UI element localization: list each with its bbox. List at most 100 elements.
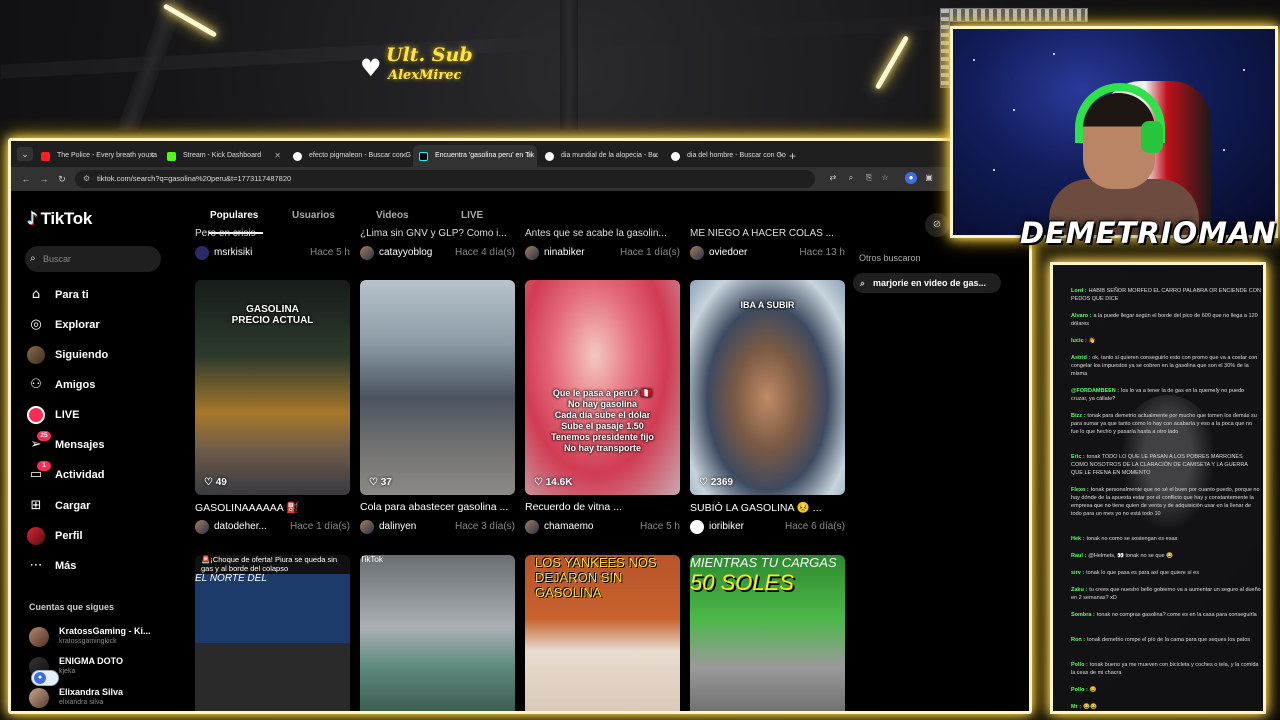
- translate-icon[interactable]: ⇄: [827, 172, 839, 184]
- chat-username[interactable]: Zaku :: [1071, 587, 1087, 593]
- back-button[interactable]: ←: [19, 172, 33, 186]
- close-icon[interactable]: ✕: [274, 145, 281, 167]
- browser-tab[interactable]: dia mundial de la alopecia - Bu ✕: [539, 145, 663, 167]
- extensions-puzzle-icon[interactable]: ▣: [923, 172, 935, 184]
- video-title[interactable]: GASOLINAAAAAA ⛽: [195, 501, 350, 514]
- video-title[interactable]: SUBIÓ LA GASOLINA 😣 ...: [690, 501, 845, 514]
- browser-tab[interactable]: efecto pigmaleon - Buscar con G ✕: [287, 145, 411, 167]
- chat-username[interactable]: @FORDAMBEEN :: [1071, 388, 1119, 394]
- video-meta[interactable]: dalinyen Hace 3 día(s): [360, 519, 515, 535]
- messages-badge: 25: [37, 431, 51, 441]
- video-card[interactable]: IBA A SUBIR ♡ 2369: [690, 280, 845, 495]
- nav-actividad[interactable]: ▭ 1 Actividad: [27, 461, 177, 486]
- share-icon[interactable]: ⎘: [863, 172, 875, 184]
- video-meta[interactable]: catayyoblog Hace 4 día(s): [360, 245, 515, 261]
- filter-live[interactable]: LIVE: [461, 210, 483, 221]
- chat-username[interactable]: Eric :: [1071, 454, 1085, 460]
- scroll-filter-button[interactable]: ⊘: [925, 213, 949, 237]
- close-icon[interactable]: ✕: [400, 145, 407, 167]
- video-card[interactable]: ♡ 37: [360, 280, 515, 495]
- following-account[interactable]: Elixandra Silva elixandra silva: [29, 686, 169, 711]
- video-meta[interactable]: ninabiker Hace 1 día(s): [525, 245, 680, 261]
- nav-mas[interactable]: ⋯ Más: [27, 555, 177, 577]
- chat-username[interactable]: Alvaro :: [1071, 313, 1091, 319]
- chat-username[interactable]: Sombra :: [1071, 612, 1095, 618]
- account-name: ENIGMA DOTO: [59, 656, 124, 666]
- chat-username[interactable]: Astrid :: [1071, 355, 1090, 361]
- video-caption[interactable]: Antes que se acabe la gasolin...: [525, 228, 680, 240]
- chat-username[interactable]: sirv :: [1071, 570, 1084, 576]
- filter-usuarios[interactable]: Usuarios: [292, 210, 335, 221]
- nav-amigos[interactable]: ⚇ Amigos: [27, 374, 177, 396]
- browser-tab[interactable]: The Police - Every breath you ta ✕: [35, 145, 159, 167]
- chat-message: Pollo : tonak bueno ya me mueven con bici…: [1071, 661, 1261, 677]
- site-info-icon[interactable]: ⚙: [83, 170, 90, 188]
- browser-tab-active[interactable]: Encuentra 'gasolina peru' en Tik ✕: [413, 145, 537, 167]
- filter-populares[interactable]: Populares: [210, 210, 258, 221]
- forward-button[interactable]: →: [37, 172, 51, 186]
- extension-icon[interactable]: ●: [905, 172, 917, 184]
- video-card[interactable]: TikTok: [360, 555, 515, 711]
- video-meta[interactable]: datodeher... Hace 1 día(s): [195, 519, 350, 535]
- chat-username[interactable]: Lord :: [1071, 288, 1087, 294]
- nav-cargar[interactable]: ⊞ Cargar: [27, 495, 177, 517]
- video-caption[interactable]: ME NIEGO A HACER COLAS ...: [690, 228, 845, 240]
- avatar: [29, 627, 49, 647]
- filter-videos[interactable]: Videos: [376, 210, 409, 221]
- video-card[interactable]: Que le pasa a peru? 🇵🇪 No hay gasolina C…: [525, 280, 680, 495]
- nav-para-ti[interactable]: ⌂ Para ti: [27, 284, 177, 306]
- chat-username[interactable]: Hek :: [1071, 536, 1084, 542]
- url-field[interactable]: ⚙ tiktok.com/search?q=gasolina%20peru&t=…: [75, 170, 815, 188]
- close-icon[interactable]: ✕: [778, 145, 785, 167]
- chat-username[interactable]: lucic :: [1071, 338, 1087, 344]
- chat-username[interactable]: Pollo :: [1071, 687, 1088, 693]
- video-meta[interactable]: ioribiker Hace 6 día(s): [690, 519, 845, 535]
- nav-siguiendo[interactable]: Siguiendo: [27, 344, 177, 366]
- chat-username[interactable]: Raul :: [1071, 553, 1086, 559]
- nav-explorar[interactable]: ◎ Explorar: [27, 314, 177, 336]
- floating-assist-button[interactable]: ●: [31, 670, 59, 686]
- new-tab-button[interactable]: +: [789, 145, 796, 167]
- chat-username[interactable]: Ron :: [1071, 637, 1085, 643]
- bookmark-star-icon[interactable]: ☆: [879, 172, 891, 184]
- chat-text: 😂😂: [1083, 704, 1097, 710]
- close-icon[interactable]: ✕: [652, 145, 659, 167]
- browser-tab[interactable]: Stream - Kick Dashboard ✕: [161, 145, 285, 167]
- video-title[interactable]: Cola para abastecer gasolina ...: [360, 501, 515, 513]
- video-meta[interactable]: oviedoer Hace 13 h: [690, 245, 845, 261]
- chat-username[interactable]: Pollo :: [1071, 662, 1088, 668]
- zoom-icon[interactable]: ⌕: [845, 172, 857, 184]
- chat-username[interactable]: Flexo :: [1071, 487, 1089, 493]
- chat-username[interactable]: Bizz :: [1071, 413, 1085, 419]
- nav-mensajes[interactable]: ➢ 25 Mensajes: [27, 431, 177, 456]
- nav-live[interactable]: LIVE: [27, 404, 177, 426]
- heart-outline-icon: ♡: [369, 477, 381, 488]
- tiktok-logo[interactable]: ♪ TikTok: [27, 209, 92, 229]
- tab-search-button[interactable]: ⌄: [17, 147, 33, 161]
- video-caption[interactable]: Pero en crisis: [195, 228, 350, 240]
- close-icon[interactable]: ✕: [148, 145, 155, 167]
- following-account[interactable]: KratossGaming - Ki... kratossgamingkick: [29, 625, 169, 653]
- chat-text: @Helmets, 👀 tonak no se que 😂: [1088, 553, 1173, 559]
- video-card[interactable]: MIENTRAS TU CARGAS 50 SOLES: [690, 555, 845, 711]
- others-searched-item[interactable]: ⌕ marjorie en video de gas...: [853, 273, 1001, 293]
- video-caption[interactable]: ¿Lima sin GNV y GLP? Como i...: [360, 228, 515, 240]
- chat-text: tonak no como se sostengan es esas: [1086, 536, 1178, 542]
- close-icon[interactable]: ✕: [526, 145, 533, 167]
- chat-message: Raul : @Helmets, 👀 tonak no se que 😂: [1071, 552, 1261, 560]
- search-input[interactable]: ⌕ Buscar: [25, 246, 161, 272]
- reload-button[interactable]: ↻: [55, 172, 69, 186]
- video-card[interactable]: LOS YANKEES NOS DEJARON SIN GASOLINA: [525, 555, 680, 711]
- chat-username[interactable]: Mr :: [1071, 704, 1081, 710]
- video-time: Hace 5 h: [639, 521, 680, 532]
- video-meta[interactable]: chamaemo Hace 5 h: [525, 519, 680, 535]
- video-meta[interactable]: msrkisiki Hace 5 h: [195, 245, 350, 261]
- video-card[interactable]: GASOLINA PRECIO ACTUAL ♡ 49: [195, 280, 350, 495]
- chat-message: Eric : tonak TODO LO QUE LE PASAN A LOS P…: [1071, 453, 1261, 477]
- nav-perfil[interactable]: Perfil: [27, 525, 177, 547]
- chat-text: tonak demetrio rompe el pío de la cama p…: [1087, 637, 1251, 643]
- video-title[interactable]: Recuerdo de vitna ...: [525, 501, 680, 513]
- video-card[interactable]: 🚨¡Choque de oferta! Piura se queda sin g…: [195, 555, 350, 711]
- avatar: [360, 520, 374, 534]
- browser-tab[interactable]: dia del hombre - Buscar con Go ✕: [665, 145, 789, 167]
